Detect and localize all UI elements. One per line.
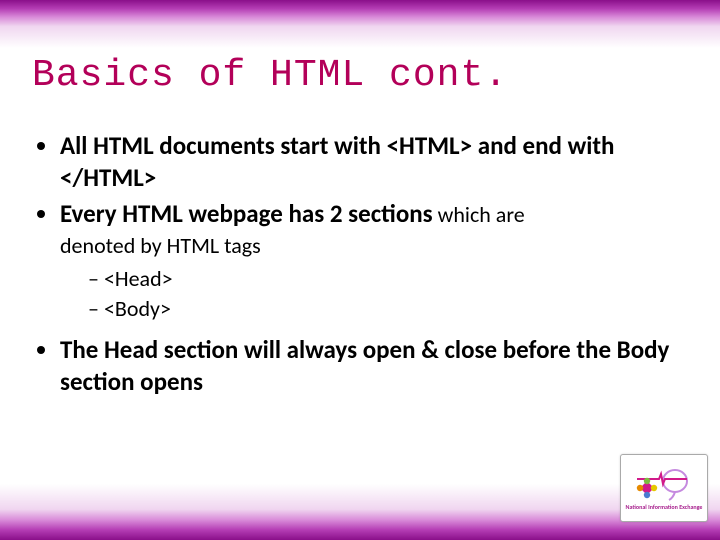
bullet-list: All HTML documents start with <HTML> and…: [32, 130, 688, 398]
logo-icon: [629, 466, 699, 502]
sub-bullet-list: <Head> <Body>: [60, 264, 688, 323]
sub-bullet-2: <Body>: [88, 294, 688, 324]
slide-content: All HTML documents start with <HTML> and…: [32, 130, 688, 402]
logo-badge: National Information Exchange: [620, 454, 708, 522]
top-gradient-band: [0, 0, 720, 48]
bullet-item-2: Every HTML webpage has 2 sections which …: [60, 198, 688, 324]
bullet-2-line2: denoted by HTML tags: [60, 232, 688, 260]
bullet-item-1: All HTML documents start with <HTML> and…: [60, 130, 688, 194]
bullet-item-3: The Head section will always open & clos…: [60, 334, 688, 398]
bullet-2-bold: Every HTML webpage has 2 sections: [60, 198, 433, 229]
logo-label: National Information Exchange: [626, 504, 703, 510]
bullet-2-tail: which are: [433, 201, 525, 228]
bullet-3-text: The Head section will always open & clos…: [60, 334, 669, 397]
sub-bullet-1: <Head>: [88, 264, 688, 294]
bottom-gradient-band: [0, 484, 720, 540]
slide-title: Basics of HTML cont.: [32, 54, 688, 97]
bullet-1-text: All HTML documents start with <HTML> and…: [60, 130, 614, 193]
